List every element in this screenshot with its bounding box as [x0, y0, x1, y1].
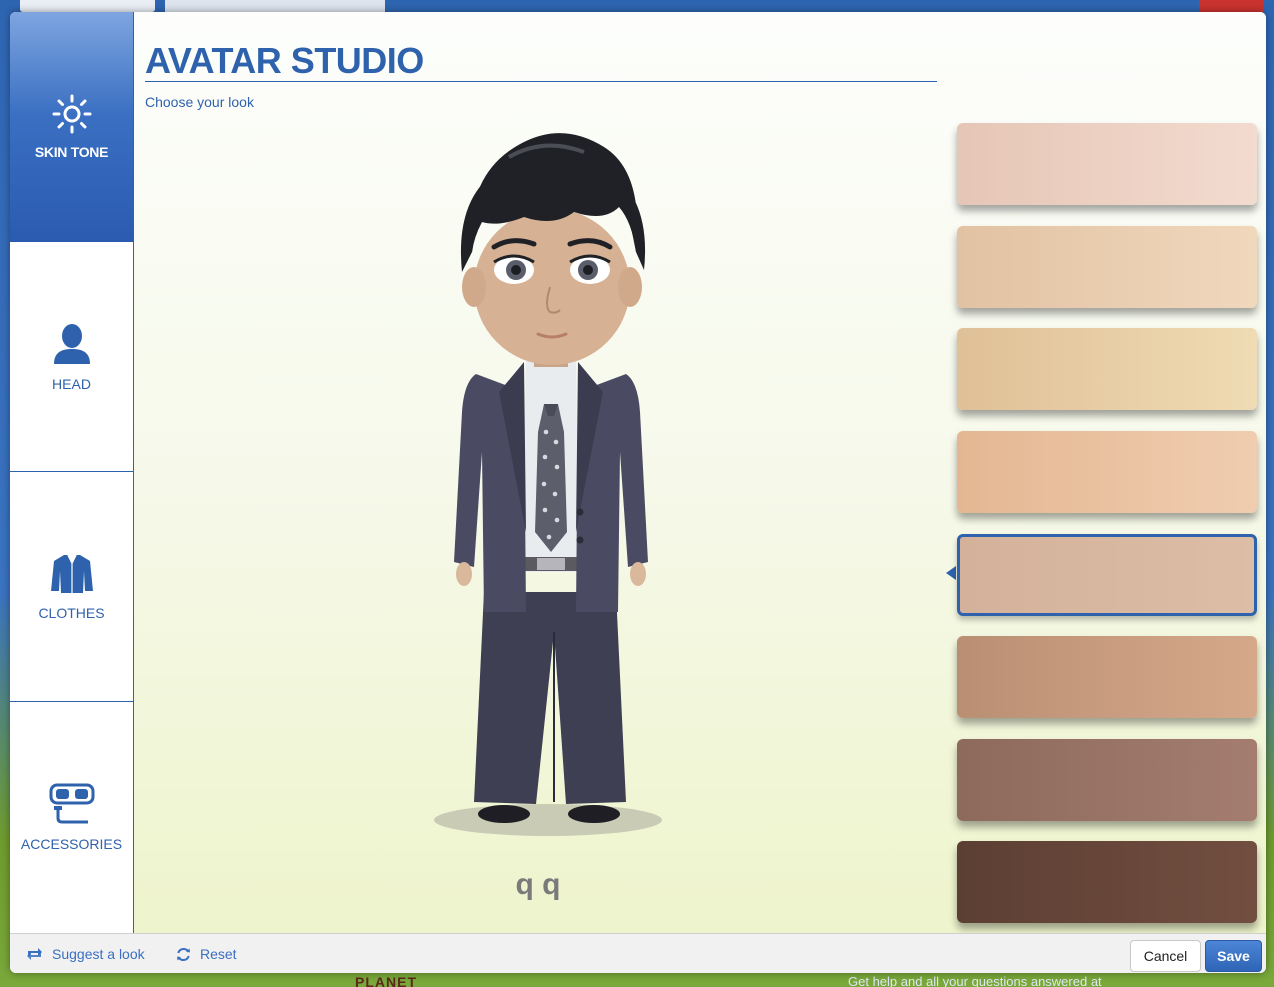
background-brand-text: PLANET: [355, 974, 417, 987]
sidebar-item-head[interactable]: HEAD: [10, 242, 133, 472]
reset-label: Reset: [200, 946, 237, 962]
category-sidebar: SKIN TONE HEAD CLOTHES ACCESSORIES: [10, 12, 134, 933]
skin-tone-swatch[interactable]: [957, 636, 1257, 718]
reset-button[interactable]: Reset: [176, 946, 237, 962]
skin-tone-swatch[interactable]: [957, 328, 1257, 410]
skin-tone-swatch[interactable]: [957, 123, 1257, 205]
sidebar-item-label: SKIN TONE: [34, 144, 109, 160]
background-help-text: Get help and all your questions answered…: [848, 974, 1102, 987]
goggles-snorkel-icon: [49, 783, 94, 824]
skin-tone-swatch[interactable]: [957, 841, 1257, 923]
cancel-button[interactable]: Cancel: [1130, 940, 1201, 972]
suggest-look-label: Suggest a look: [52, 946, 145, 962]
person-head-icon: [53, 323, 90, 364]
avatar-preview: [404, 112, 704, 842]
studio-main-panel: AVATAR STUDIO Choose your look q q: [134, 12, 1266, 933]
sidebar-item-label: ACCESSORIES: [20, 836, 123, 852]
suggest-look-button[interactable]: Suggest a look: [26, 946, 145, 962]
background-red-block: [1199, 0, 1264, 12]
refresh-icon: [177, 947, 190, 961]
sidebar-item-skin-tone[interactable]: SKIN TONE: [10, 12, 133, 242]
jacket-icon: [50, 554, 93, 593]
shuffle-icon: [27, 948, 42, 960]
skin-tone-swatch[interactable]: [957, 431, 1257, 513]
sidebar-item-clothes[interactable]: CLOTHES: [10, 472, 133, 702]
avatar-illustration: [434, 133, 662, 836]
modal-footer: Suggest a look Reset Cancel Save: [10, 933, 1266, 973]
page-subtitle: Choose your look: [145, 94, 254, 110]
background-browser-tab: [20, 0, 155, 12]
background-browser-tab: [165, 0, 385, 12]
sidebar-item-accessories[interactable]: ACCESSORIES: [10, 702, 133, 932]
avatar-name: q q: [515, 868, 561, 901]
sidebar-item-label: HEAD: [52, 375, 91, 392]
skin-tone-swatch[interactable]: [957, 534, 1257, 616]
skin-tone-swatch[interactable]: [957, 739, 1257, 821]
skin-tone-swatch[interactable]: [957, 226, 1257, 308]
sidebar-item-label: CLOTHES: [38, 604, 105, 621]
page-title: AVATAR STUDIO: [145, 42, 937, 82]
sun-icon: [52, 94, 91, 134]
save-button[interactable]: Save: [1205, 940, 1262, 972]
avatar-studio-modal: SKIN TONE HEAD CLOTHES ACCESSORIES AVATA…: [10, 12, 1266, 973]
selected-swatch-pointer: [946, 566, 956, 580]
